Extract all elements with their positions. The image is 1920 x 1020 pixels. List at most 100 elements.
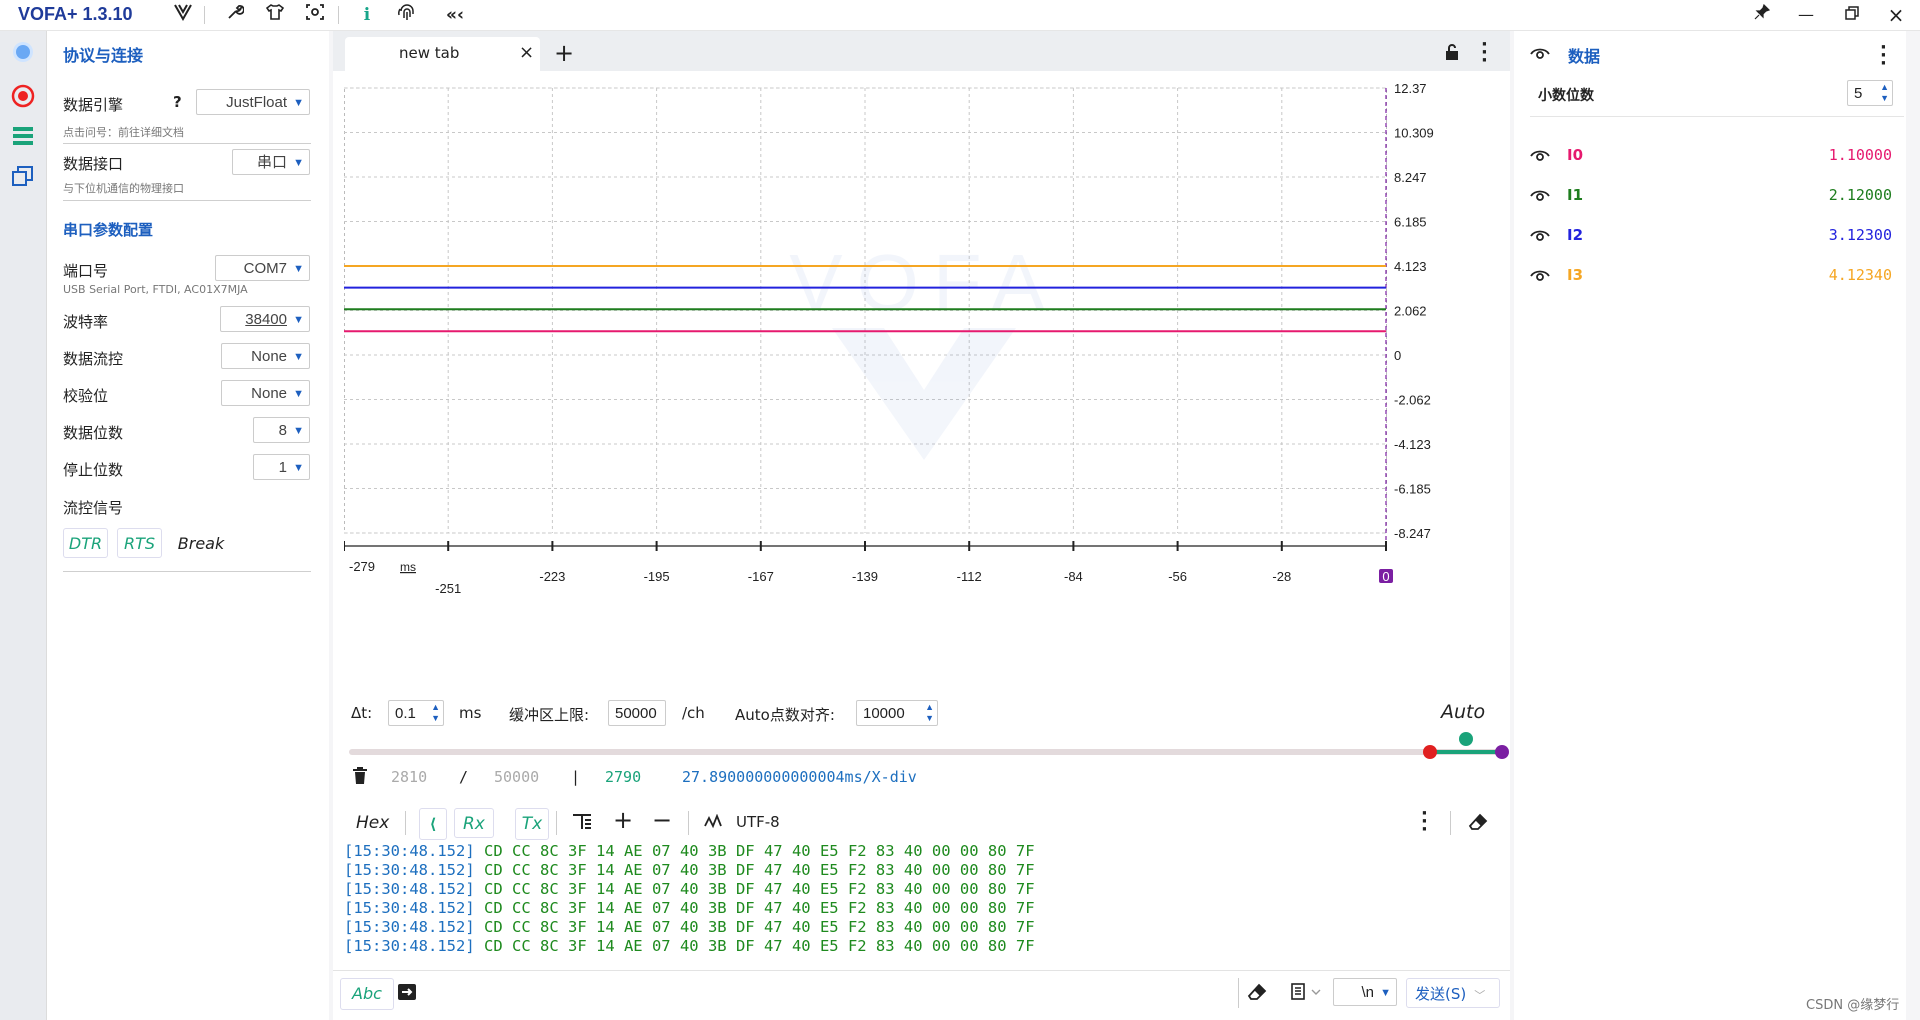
shirt-icon[interactable] [262, 3, 288, 27]
channel-name[interactable]: I0 [1567, 146, 1583, 164]
channel-name[interactable]: I2 [1567, 226, 1583, 244]
capture-icon[interactable] [302, 3, 328, 27]
console-hex: CD CC 8C 3F 14 AE 07 40 3B DF 47 40 E5 F… [484, 918, 1035, 936]
baud-select[interactable]: 38400 ▼ [220, 306, 310, 332]
console-output[interactable]: [15:30:48.152] CD CC 8C 3F 14 AE 07 40 3… [344, 842, 1504, 962]
clear-input-icon[interactable] [1247, 983, 1267, 1005]
list-icon[interactable] [9, 124, 37, 152]
rts-button[interactable]: RTS [117, 528, 162, 558]
channel-value: 1.10000 [1828, 146, 1892, 164]
hex-toggle[interactable]: Hex [356, 813, 389, 833]
port-select[interactable]: COM7 ▼ [215, 255, 310, 281]
x-axis-ticks: -279 -251 -223 -195 -167 -139 -112 -84 -56 -28 0 ms [344, 541, 1393, 596]
engine-select[interactable]: JustFloat ▼ [196, 89, 310, 115]
auto-align-value: 10000 [863, 705, 905, 722]
eraser-icon[interactable] [1468, 813, 1488, 835]
restore-icon[interactable] [1832, 2, 1872, 28]
baud-value[interactable]: 38400 [245, 311, 287, 328]
channel-visibility-icon[interactable] [1530, 268, 1550, 286]
encoding-label[interactable]: UTF-8 [736, 813, 780, 831]
close-tab-icon[interactable]: × [519, 42, 534, 63]
text-format-icon[interactable] [572, 813, 592, 835]
console-timestamp: [15:30:48.152] [344, 861, 475, 879]
range-start-handle[interactable] [1423, 745, 1437, 759]
chevron-down-icon: ▼ [293, 388, 304, 400]
spin-arrows-icon[interactable]: ▲ ▼ [1880, 82, 1889, 104]
waveform-icon[interactable] [704, 813, 724, 834]
send-label: 发送(S) [1415, 985, 1467, 1003]
y-tick-label: 0 [1394, 348, 1401, 363]
send-file-icon[interactable] [397, 983, 417, 1005]
tab-new-tab[interactable]: new tab × [345, 37, 540, 71]
flow-select[interactable]: None ▼ [221, 343, 310, 369]
y-axis-ticks: 12.37 10.309 8.247 6.185 4.123 2.062 0 -2.062 -4… [1394, 81, 1434, 541]
chevron-down-icon: ▼ [293, 263, 304, 275]
windows-icon[interactable] [9, 164, 37, 192]
buffer-input[interactable]: 50000 [608, 700, 666, 726]
text-mode-toggle[interactable]: Abc [340, 978, 394, 1010]
console-timestamp: [15:30:48.152] [344, 918, 475, 936]
wrench-icon[interactable] [222, 3, 248, 27]
dt-input[interactable]: 0.1 ▲ ▼ [388, 700, 444, 726]
lock-icon[interactable] [1443, 43, 1461, 65]
credit-text: CSDN @缘梦行 [1806, 998, 1900, 1013]
newline-select[interactable]: \n ▼ [1333, 978, 1397, 1006]
timestamp-toggle-icon[interactable]: ⟨ [419, 808, 447, 840]
channel-visibility-icon[interactable] [1530, 188, 1550, 206]
stopbits-select[interactable]: 1 ▼ [253, 454, 310, 480]
spin-arrows-icon[interactable]: ▲ ▼ [431, 702, 440, 724]
auto-align-input[interactable]: 10000 ▲ ▼ [856, 700, 938, 726]
tx-toggle[interactable]: Tx [515, 808, 549, 840]
console-more-icon[interactable]: · · · [1421, 805, 1428, 839]
send-button[interactable]: 发送(S) ﹀ [1406, 978, 1500, 1008]
dt-value: 0.1 [395, 705, 416, 722]
zoom-out-icon[interactable]: − [652, 806, 672, 834]
channel-visibility-icon[interactable] [1530, 148, 1550, 166]
dtr-button[interactable]: DTR [63, 528, 108, 558]
rx-toggle[interactable]: Rx [454, 808, 494, 838]
parity-select[interactable]: None ▼ [221, 380, 310, 406]
record-icon[interactable] [9, 84, 37, 112]
pin-icon[interactable] [1742, 2, 1782, 28]
info-icon[interactable]: i [354, 3, 380, 27]
interface-label: 数据接口 [63, 155, 124, 173]
trash-icon[interactable] [352, 767, 368, 789]
console-row: [15:30:48.152] CD CC 8C 3F 14 AE 07 40 3… [344, 861, 1504, 880]
range-end-handle[interactable] [1495, 745, 1509, 759]
history-button[interactable] [1290, 982, 1324, 1006]
vofa-logo-icon[interactable] [170, 3, 196, 27]
connection-icon[interactable] [9, 40, 37, 68]
decimals-value: 5 [1854, 85, 1863, 102]
console-timestamp: [15:30:48.152] [344, 842, 475, 860]
eye-icon[interactable] [1530, 46, 1550, 64]
data-more-icon[interactable]: · · · [1880, 39, 1887, 73]
channel-name[interactable]: I1 [1567, 186, 1583, 204]
spin-arrows-icon[interactable]: ▲ ▼ [925, 702, 934, 724]
toolbar-separator [688, 811, 689, 835]
break-button[interactable]: Break [171, 528, 231, 558]
toolbar-separator [204, 6, 205, 24]
databits-select[interactable]: 8 ▼ [253, 417, 310, 443]
plot-canvas[interactable]: VOFA 12.37 10.309 8.247 6.185 4.123 2.062 0 -2.… [344, 80, 1441, 632]
console-row: [15:30:48.152] CD CC 8C 3F 14 AE 07 40 3… [344, 880, 1504, 899]
y-tick-label: -4.123 [1394, 437, 1431, 452]
fingerprint-icon[interactable] [394, 3, 420, 27]
x-tick-label: -139 [852, 569, 878, 584]
decimals-input[interactable]: 5 ▲ ▼ [1847, 80, 1893, 106]
range-slider-track[interactable] [349, 749, 1502, 755]
range-mid-handle[interactable] [1459, 732, 1473, 746]
auto-mode-label[interactable]: Auto [1441, 701, 1485, 723]
connection-panel: 协议与连接 数据引擎 ? JustFloat ▼ 点击问号：前往详细文档 数据接口… [47, 31, 329, 1020]
collapse-icon[interactable]: «‹ [442, 3, 468, 27]
channel-visibility-icon[interactable] [1530, 228, 1550, 246]
help-button[interactable]: ? [173, 93, 182, 111]
send-input[interactable] [428, 976, 1238, 1010]
channel-name[interactable]: I3 [1567, 266, 1583, 284]
close-icon[interactable]: × [1876, 2, 1916, 28]
minimize-icon[interactable]: — [1786, 2, 1826, 28]
zoom-in-icon[interactable]: + [613, 806, 633, 834]
more-vert-icon[interactable]: · · · [1481, 36, 1488, 70]
interface-select[interactable]: 串口 ▼ [232, 149, 310, 175]
add-tab-icon[interactable]: + [554, 37, 574, 69]
interface-hint: 与下位机通信的物理接口 [63, 182, 184, 195]
